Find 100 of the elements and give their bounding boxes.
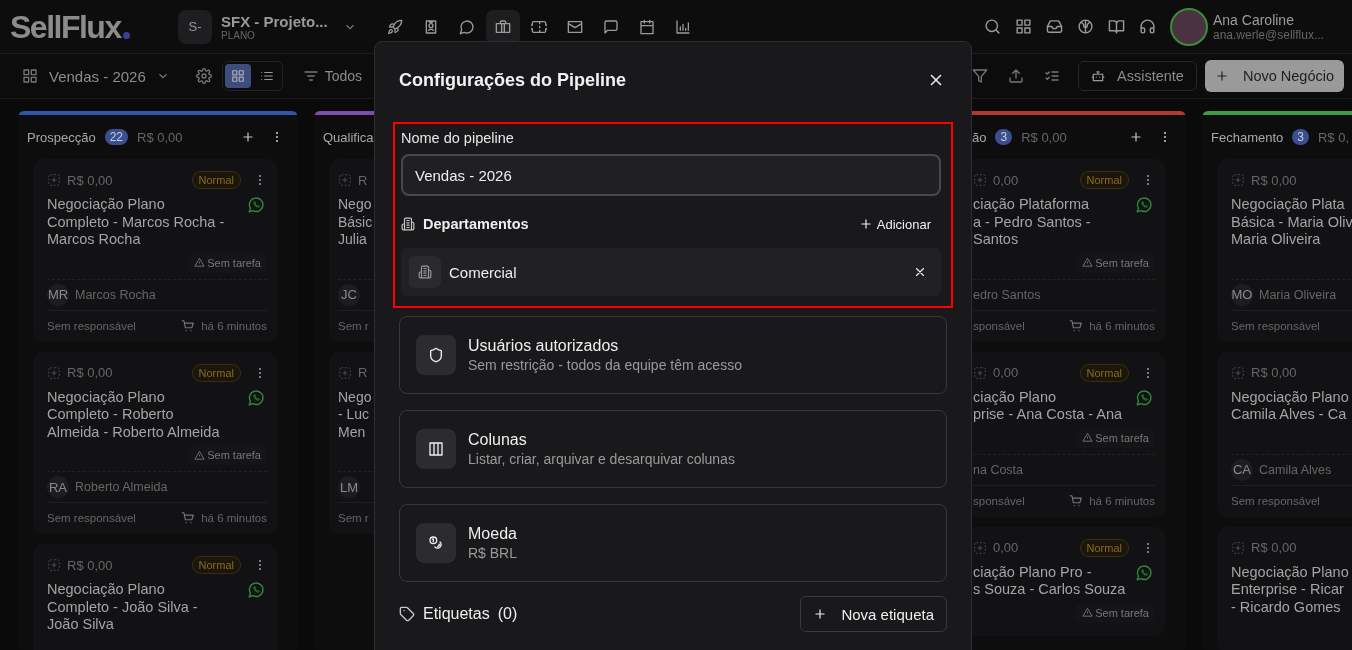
settings-button[interactable] xyxy=(195,68,212,84)
user-name: Ana Caroline xyxy=(1213,11,1295,28)
deal-amount: 0,00 xyxy=(993,365,1019,380)
owner-label: Sem responsável xyxy=(1231,494,1320,507)
project-switcher[interactable]: S- SFX - Projeto... PLANO xyxy=(178,9,368,44)
rocket-icon xyxy=(387,18,403,35)
contact-avatar: MO xyxy=(1231,283,1253,306)
task-status: Sem tarefa xyxy=(1095,431,1149,444)
whatsapp-icon[interactable] xyxy=(247,196,265,214)
deal-card[interactable]: R$ 0,00 Normal Negociação Plano Completo - João Silva - João Silva xyxy=(33,544,277,650)
whatsapp-icon[interactable] xyxy=(247,581,265,599)
deal-title: Negociação Plano Camila Alves - Ca xyxy=(1231,388,1349,424)
robot-icon xyxy=(1091,69,1105,83)
nav-button[interactable] xyxy=(486,9,520,44)
tags-heading: Etiquetas xyxy=(423,605,490,623)
settings-option-card[interactable]: Usuários autorizados Sem restrição - todos da equipe têm acesso xyxy=(399,316,947,394)
whatsapp-icon[interactable] xyxy=(247,388,265,407)
deal-title: Negociação Plano Completo - Marcos Rocha - Marcos Rocha xyxy=(47,196,225,249)
owner-label: Sem responsável xyxy=(47,319,136,332)
header-icon-button[interactable] xyxy=(1108,18,1125,35)
priority-badge: Normal xyxy=(191,556,241,574)
whatsapp-icon[interactable] xyxy=(1135,563,1153,582)
logo-text: SellFlux xyxy=(10,10,121,43)
contact-name: na Costa xyxy=(973,462,1024,477)
field-label: Nome do pipeline xyxy=(401,130,515,146)
columns-icon xyxy=(428,441,444,457)
header-icon-button[interactable] xyxy=(1139,18,1156,35)
contact-name: Roberto Almeida xyxy=(75,480,168,494)
filter-select[interactable]: Todos xyxy=(324,68,363,84)
header-icon-button[interactable] xyxy=(1046,18,1063,35)
owner-label: sponsável xyxy=(973,319,1025,332)
column-title: Prospecção xyxy=(27,129,96,145)
whatsapp-icon[interactable] xyxy=(1135,196,1153,214)
owner-label: Sem responsável xyxy=(1231,319,1320,332)
pipeline-name-field[interactable]: Vendas - 2026 xyxy=(401,154,941,196)
bar-chart-icon xyxy=(675,18,691,35)
deal-title: ciação Plano Pro - s Souza - Carlos Souza xyxy=(973,563,1126,599)
contact-avatar: LM xyxy=(338,476,360,498)
task-status: Sem tarefa xyxy=(1095,256,1149,269)
task-status: Sem tarefa xyxy=(207,449,261,461)
grid-icon xyxy=(230,69,245,83)
view-toggle-button[interactable] xyxy=(224,64,251,88)
filter-icon xyxy=(302,68,319,84)
deal-title: Negociação Plata Básica - Maria Oliv Maria Oliveira xyxy=(1231,196,1352,249)
plus-icon[interactable] xyxy=(241,130,255,144)
departments-heading: Departamentos xyxy=(423,216,529,232)
deal-title: ciação Plano prise - Ana Costa - Ana xyxy=(973,388,1123,424)
option-description: Sem restrição - todos da equipe têm acesso xyxy=(468,357,742,373)
header-icon-button[interactable] xyxy=(1077,18,1094,35)
logo[interactable]: SellFlux xyxy=(10,10,160,43)
deal-amount: R$ 0,00 xyxy=(67,365,113,380)
header-icon-button[interactable] xyxy=(1015,18,1032,35)
deal-title: ciação Plataforma a - Pedro Santos - Santos xyxy=(973,196,1091,249)
deal-time: há 6 minutos xyxy=(1089,319,1155,332)
deal-title: Negociação Plano Enterprise - Ricar - Ricardo Gomes xyxy=(1231,563,1349,616)
deal-time: há 6 minutos xyxy=(1089,494,1155,507)
deal-title: Negociação Plano Completo - Roberto Almeida - Roberto Almeida xyxy=(47,388,220,441)
priority-badge: Normal xyxy=(1079,538,1129,557)
deal-card[interactable]: R$ 0,00 Negociação Plano Enterprise - Ricar - Ricardo Gomes xyxy=(1217,526,1352,650)
plus-icon[interactable] xyxy=(1129,130,1143,144)
remove-department-button[interactable] xyxy=(913,265,927,279)
user-email: ana.werle@sellflux... xyxy=(1213,27,1324,42)
settings-option-card[interactable]: Moeda R$ BRL xyxy=(399,504,947,582)
deal-card[interactable]: R$ 0,00 Negociação Plano Camila Alves - Ca CA Camila Alves Sem responsável xyxy=(1217,351,1352,517)
plus-icon xyxy=(1214,69,1229,83)
deal-card[interactable]: R$ 0,00 Normal Negociação Plano Completo - Marcos Rocha - Marcos Rocha Sem tarefa MR Marcos Rocha Sem responsável há 6 minutos xyxy=(33,159,277,342)
column-title: ão xyxy=(972,129,987,145)
building-icon xyxy=(401,217,415,231)
owner-label: Sem r xyxy=(338,319,369,332)
tag-icon xyxy=(399,606,415,622)
chat-bubble-icon xyxy=(459,18,475,35)
new-deal-button[interactable]: Novo Negócio xyxy=(1204,60,1344,92)
deal-card[interactable]: R$ 0,00 Negociação Plata Básica - Maria Oliv Maria Oliveira MO Maria Oliveira Sem responsável xyxy=(1217,159,1352,342)
user-avatar[interactable] xyxy=(1170,7,1208,46)
whatsapp-icon[interactable] xyxy=(1135,388,1153,407)
project-name: SFX - Projeto... xyxy=(221,12,328,30)
assistant-button[interactable]: Assistente xyxy=(1078,61,1197,91)
deal-amount: R$ 0,00 xyxy=(1251,365,1297,380)
task-status: Sem tarefa xyxy=(207,256,261,269)
deal-title: Nego - Luc Men xyxy=(338,388,372,441)
contact-avatar: RA xyxy=(47,476,69,498)
briefcase-icon xyxy=(495,18,511,35)
deal-card[interactable]: R$ 0,00 Normal Negociação Plano Completo - Roberto Almeida - Roberto Almeida Sem tarefa RA Roberto Almeida Sem responsável há 6 minutos xyxy=(33,351,277,534)
coins-icon xyxy=(428,535,444,551)
option-title: Colunas xyxy=(468,431,528,449)
column-title: Qualifica xyxy=(323,129,374,145)
inbox-icon xyxy=(1046,18,1063,35)
settings-option-card[interactable]: Colunas Listar, criar, arquivar e desarquivar colunas xyxy=(399,410,947,488)
column-title: Fechamento xyxy=(1211,129,1284,145)
list-icon xyxy=(259,69,274,83)
warning-icon xyxy=(194,449,206,461)
contact-name: Camila Alves xyxy=(1259,462,1332,477)
new-tag-button[interactable]: Nova etiqueta xyxy=(800,596,947,632)
pipeline-select[interactable]: Vendas - 2026 xyxy=(49,67,146,85)
deal-title: Nego Básic Julia xyxy=(338,196,373,249)
ticket-icon xyxy=(531,18,547,35)
option-title: Usuários autorizados xyxy=(468,337,620,355)
book-icon xyxy=(1108,18,1125,35)
header-icon-button[interactable] xyxy=(984,18,1001,35)
warning-icon xyxy=(1082,257,1094,268)
